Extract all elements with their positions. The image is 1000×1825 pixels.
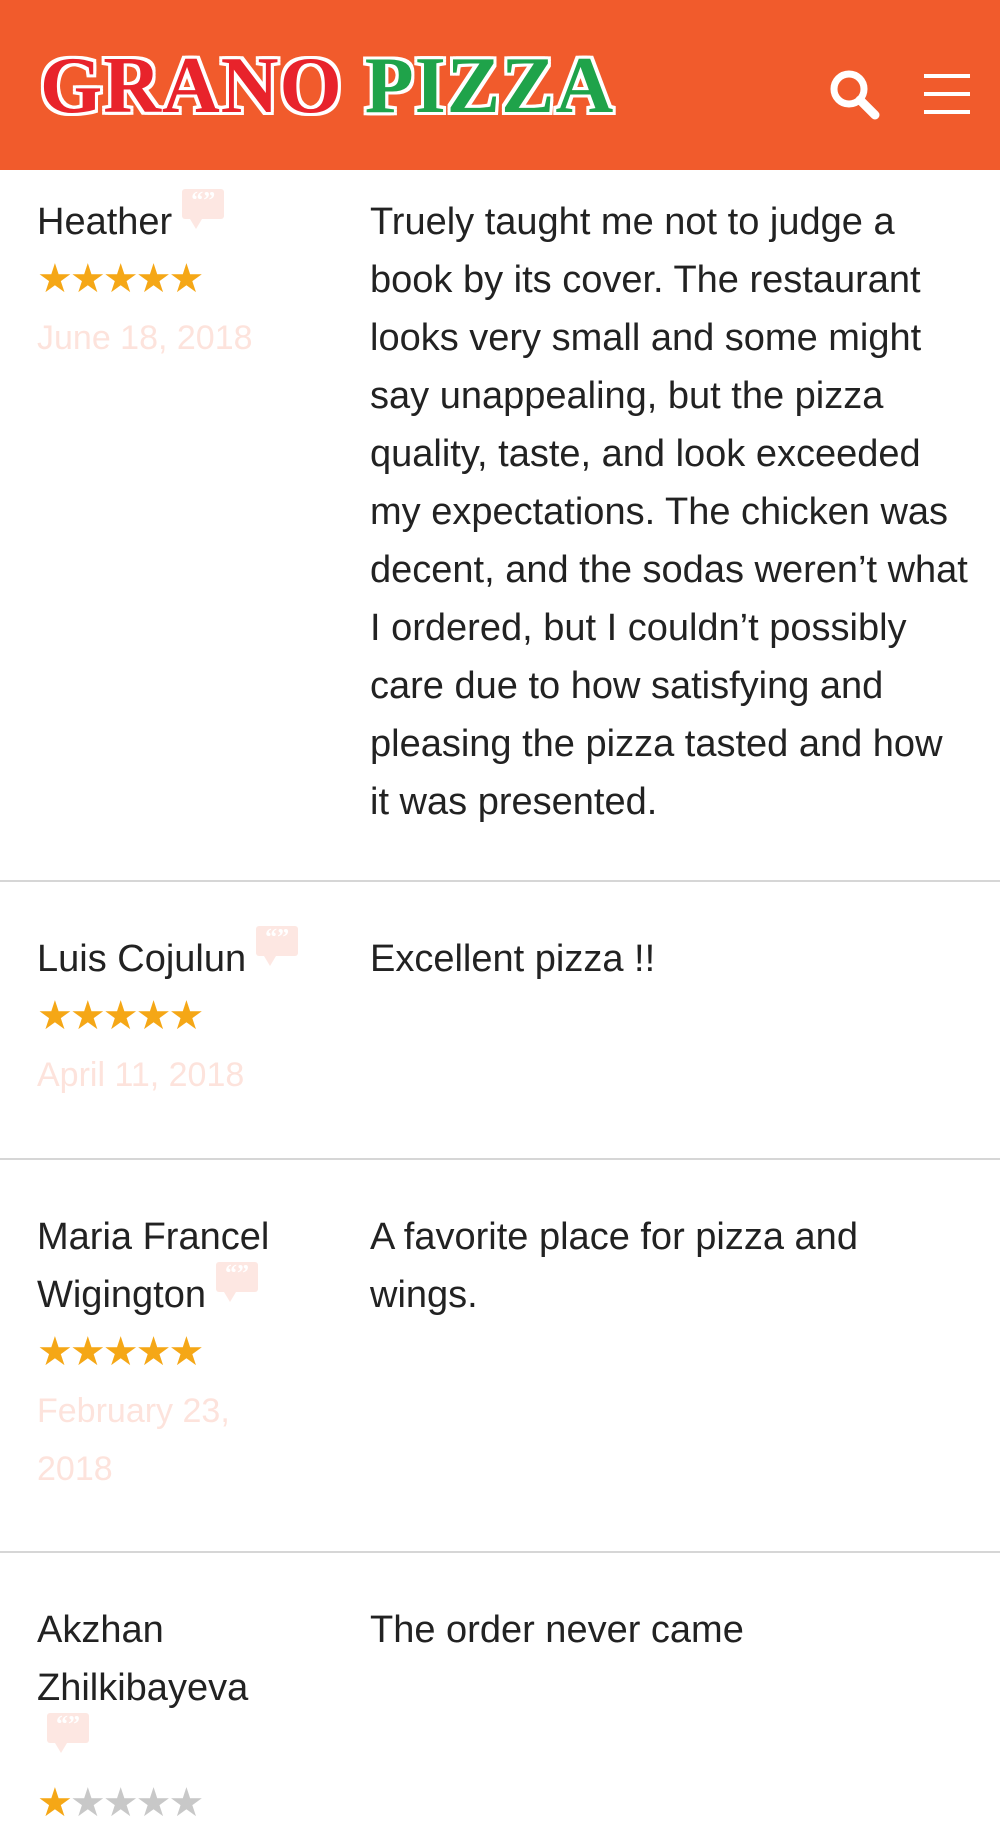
star-rating: ★★★★★ [37,994,337,1038]
reviewer-block: Heather “” ★★★★★ June 18, 2018 [37,189,337,367]
logo-word-grano: GRANO [40,42,343,130]
review-text: Excellent pizza !! [370,938,656,980]
star-filled-icon: ★ [168,1330,204,1374]
hamburger-menu-icon [924,74,970,114]
quote-icon[interactable]: “” [215,1262,258,1302]
star-filled-icon: ★ [102,257,139,301]
review-date: April 11, 2018 [37,1056,245,1094]
quote-icon[interactable]: “” [182,189,225,229]
quote-icon[interactable]: “” [47,1713,89,1753]
reviewer-name: Heather [37,201,173,243]
star-empty-icon: ★ [102,1781,139,1825]
review-date: June 18, 2018 [37,319,253,357]
search-button[interactable] [826,66,882,122]
menu-button[interactable] [922,70,972,118]
reviewer-block: Maria Francel Wigington “” ★★★★★ February… [37,1208,287,1498]
star-filled-icon: ★ [168,994,204,1038]
divider [0,1158,1000,1160]
reviewer-name-line: Heather “” [37,189,337,251]
divider [0,880,1000,882]
site-header: GRANO PIZZA [0,0,1000,170]
star-filled-icon: ★ [37,994,73,1038]
reviewer-block: Akzhan Zhilkibayeva “” ★★★★★ [37,1601,287,1825]
reviewer-name-line: Akzhan Zhilkibayeva “” [37,1601,287,1775]
review-text: Truely taught me not to judge a book by … [370,201,968,823]
reviewer-name: Luis Cojulun [37,938,247,980]
reviewer-name-line: Maria Francel Wigington “” [37,1208,287,1324]
review-text: A favorite place for pizza and wings. [370,1216,858,1316]
star-filled-icon: ★ [168,257,204,301]
divider [0,1551,1000,1553]
star-filled-icon: ★ [69,994,106,1038]
star-filled-icon: ★ [135,1330,172,1374]
star-rating: ★★★★★ [37,1330,287,1374]
star-empty-icon: ★ [135,1781,172,1825]
star-empty-icon: ★ [69,1781,106,1825]
star-filled-icon: ★ [102,1330,139,1374]
logo-word-pizza: PIZZA [364,42,615,130]
star-rating: ★★★★★ [37,1781,287,1825]
review-text: The order never came [370,1609,744,1651]
star-filled-icon: ★ [135,994,172,1038]
review-date: February 23, 2018 [37,1392,230,1488]
star-filled-icon: ★ [135,257,172,301]
reviewer-name: Akzhan Zhilkibayeva [37,1609,249,1709]
search-icon [830,70,880,120]
star-empty-icon: ★ [168,1781,204,1825]
star-filled-icon: ★ [37,1781,73,1825]
star-filled-icon: ★ [37,257,73,301]
star-rating: ★★★★★ [37,257,337,301]
star-filled-icon: ★ [102,994,139,1038]
reviewer-block: Luis Cojulun “” ★★★★★ April 11, 2018 [37,926,337,1104]
star-filled-icon: ★ [37,1330,73,1374]
logo[interactable]: GRANO PIZZA [40,46,614,126]
reviewer-name-line: Luis Cojulun “” [37,926,337,988]
quote-icon[interactable]: “” [256,926,299,966]
star-filled-icon: ★ [69,1330,106,1374]
star-filled-icon: ★ [69,257,106,301]
